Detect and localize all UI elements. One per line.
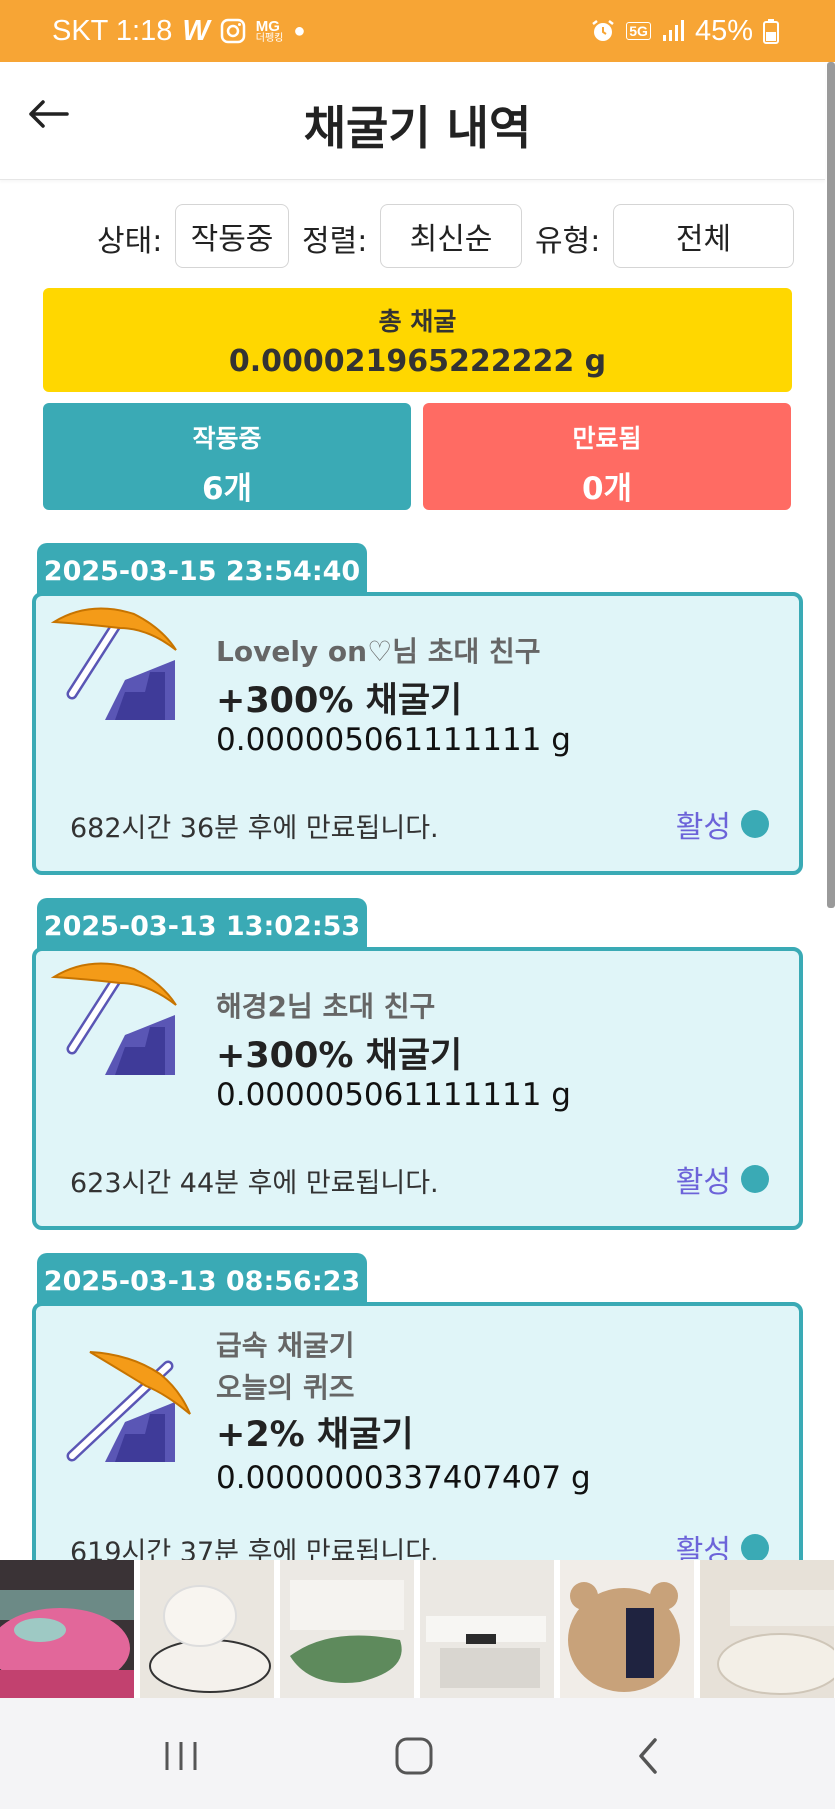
mg-sub-label: 더펭킹 (255, 32, 284, 44)
miner-status: 활성 (676, 802, 769, 846)
expired-count-card[interactable]: 만료됨 0개 (423, 403, 791, 510)
miner-status: 활성 (676, 1157, 769, 1201)
filter-bar: 상태: 작동중 정렬: 최신순 유형: 전체 (0, 204, 835, 268)
sort-filter-label: 정렬: (302, 224, 368, 259)
ad-image-bedding[interactable] (0, 1560, 134, 1698)
miner-amount: 0.000005061111111 g (216, 722, 571, 758)
active-count: 6개 (201, 471, 253, 507)
battery-icon (763, 18, 779, 44)
network-5g-icon: 5G (626, 22, 651, 40)
status-filter-label: 상태: (97, 224, 163, 259)
miner-date-tab: 2025-03-15 23:54:40 (37, 543, 367, 599)
expired-label: 만료됨 (572, 424, 642, 453)
sort-filter-select[interactable]: 최신순 (380, 204, 522, 268)
notification-dot-icon: ● (293, 19, 306, 42)
miner-expiry: 623시간 44분 후에 만료됩니다. (70, 1168, 439, 1199)
miner-name: +300% 채굴기 (216, 1036, 463, 1076)
scrollbar[interactable] (827, 62, 835, 908)
miner-date-tab: 2025-03-13 08:56:23 (37, 1253, 367, 1309)
active-dot-icon (741, 1165, 769, 1193)
miner-status-label: 활성 (675, 810, 731, 845)
miner-amount: 0.000005061111111 g (216, 1077, 571, 1113)
miner-amount: 0.0000000337407407 g (216, 1460, 591, 1496)
status-filter-select[interactable]: 작동중 (175, 204, 289, 268)
pickaxe-icon (50, 962, 177, 1075)
miner-card[interactable]: Lovely on♡님 초대 친구 +300% 채굴기 0.0000050611… (32, 592, 803, 875)
system-nav-bar (0, 1698, 835, 1809)
miner-name: +300% 채굴기 (216, 681, 463, 721)
active-count-card[interactable]: 작동중 6개 (43, 403, 411, 510)
type-filter-label: 유형: (535, 224, 601, 259)
miner-source-sub: 오늘의 퀴즈 (216, 1371, 355, 1404)
battery-percent: 45% (694, 14, 753, 47)
miner-name: +2% 채굴기 (216, 1415, 414, 1455)
type-filter-select[interactable]: 전체 (613, 204, 794, 268)
pickaxe-icon (50, 607, 177, 720)
pickaxe-icon (66, 1351, 191, 1462)
status-bar-right: 5G 45% (590, 0, 779, 62)
expired-count: 0개 (581, 471, 633, 507)
miner-source: 급속 채굴기 (216, 1329, 355, 1362)
signal-icon (661, 19, 685, 43)
miner-date-tab: 2025-03-13 13:02:53 (37, 898, 367, 954)
status-bar: SKT 1:18 W MG 더펭킹 ● 5G 45% (0, 0, 835, 62)
app-header: 채굴기 내역 (0, 62, 825, 180)
miner-source: 해경2님 초대 친구 (216, 990, 436, 1023)
w-app-icon: W (182, 14, 210, 47)
status-bar-left: SKT 1:18 W MG 더펭킹 ● (52, 0, 305, 62)
mg-label: MG (255, 17, 280, 35)
back-icon[interactable] (620, 1728, 676, 1784)
active-label: 작동중 (192, 424, 262, 453)
miner-card[interactable]: 해경2님 초대 친구 +300% 채굴기 0.000005061111111 g… (32, 947, 803, 1230)
mg-app-icon: MG 더펭킹 (256, 19, 284, 44)
instagram-icon (220, 18, 246, 44)
recent-apps-icon[interactable] (153, 1728, 209, 1784)
miner-status-label: 활성 (675, 1165, 731, 1200)
ad-image-bear-rug[interactable] (560, 1560, 694, 1698)
alarm-icon (590, 18, 616, 44)
total-mined-label: 총 채굴 (378, 307, 457, 336)
active-dot-icon (741, 810, 769, 838)
carrier-time: SKT 1:18 (52, 14, 173, 47)
ad-image-round-rug[interactable] (700, 1560, 834, 1698)
page-title: 채굴기 내역 (303, 101, 532, 155)
ad-banner[interactable] (0, 1560, 835, 1698)
miner-expiry: 682시간 36분 후에 만료됩니다. (70, 813, 439, 844)
total-mined-card: 총 채굴 0.000021965222222 g (43, 288, 792, 392)
active-dot-icon (741, 1534, 769, 1562)
ad-image-living-room[interactable] (420, 1560, 554, 1698)
miner-source: Lovely on♡님 초대 친구 (216, 635, 541, 668)
ad-image-green-rug[interactable] (280, 1560, 414, 1698)
home-icon[interactable] (386, 1728, 442, 1784)
total-mined-value: 0.000021965222222 g (228, 344, 607, 379)
ad-image-chair-rug[interactable] (140, 1560, 274, 1698)
